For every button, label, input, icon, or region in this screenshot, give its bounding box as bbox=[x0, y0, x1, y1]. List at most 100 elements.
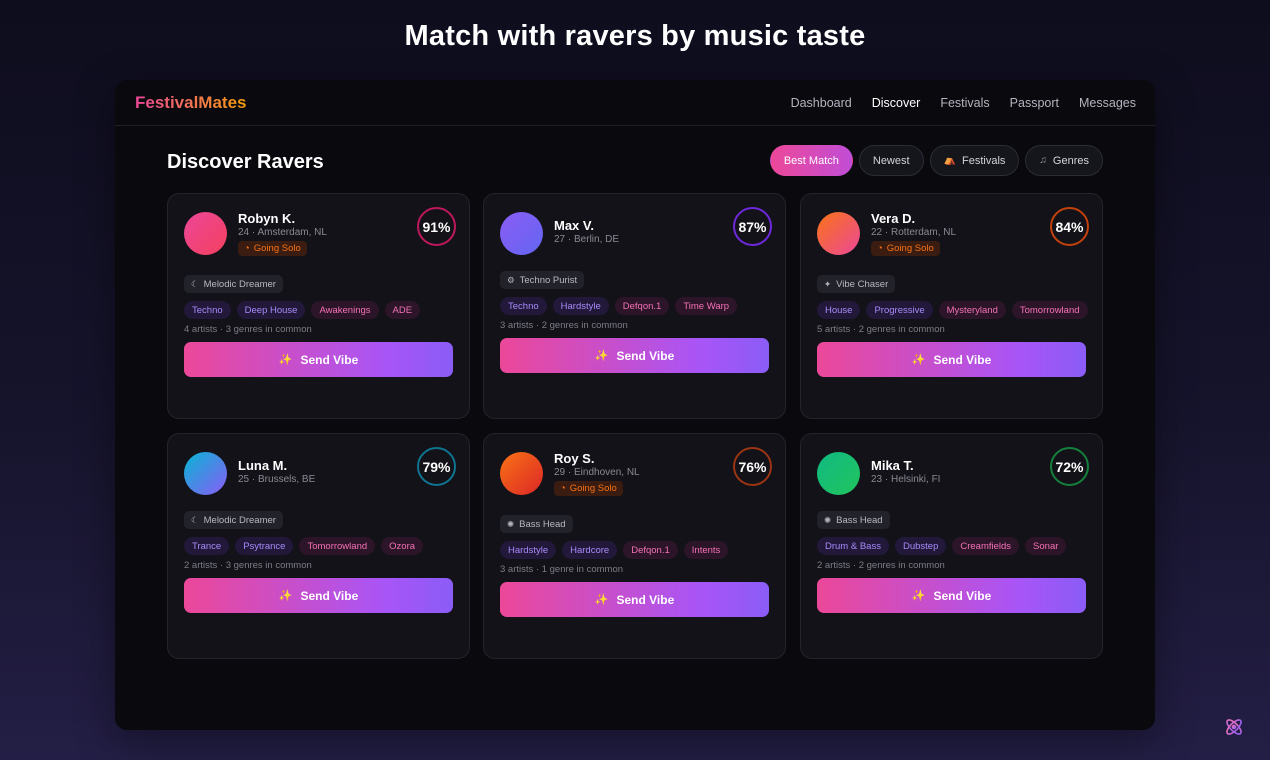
tag-list: Hardstyle Hardcore Defqon.1 Intents bbox=[500, 541, 772, 559]
tag[interactable]: Time Warp bbox=[675, 297, 738, 315]
tag[interactable]: Techno bbox=[500, 297, 547, 315]
avatar[interactable] bbox=[817, 452, 860, 495]
common-interests: 2 artists · 3 genres in common bbox=[184, 560, 312, 571]
avatar[interactable] bbox=[500, 452, 543, 495]
send-vibe-button[interactable]: ✨ Send Vibe bbox=[500, 582, 769, 617]
tag[interactable]: Creamfields bbox=[952, 537, 1020, 555]
nav-link-passport[interactable]: Passport bbox=[1010, 96, 1059, 110]
avatar[interactable] bbox=[500, 212, 543, 255]
tag-list: Trance Psytrance Tomorrowland Ozora bbox=[184, 537, 456, 555]
match-percentage: 72% bbox=[1050, 447, 1089, 486]
tag[interactable]: Deep House bbox=[236, 301, 306, 319]
raver-meta: 27 · Berlin, DE bbox=[554, 234, 620, 245]
sparkle-icon: ✦ bbox=[824, 278, 832, 289]
raver-meta: 22 · Rotterdam, NL bbox=[871, 227, 957, 238]
raver-card[interactable]: Robyn K. 24 · Amsterdam, NL ◔ Going Solo 91%… bbox=[167, 193, 470, 419]
nav-link-festivals[interactable]: Festivals bbox=[940, 96, 989, 110]
persona-badge: ☾ Melodic Dreamer bbox=[184, 275, 283, 293]
raver-card[interactable]: Max V. 27 · Berlin, DE 87% ⚙ Techno Purist Te… bbox=[483, 193, 786, 419]
common-interests: 4 artists · 3 genres in common bbox=[184, 324, 312, 335]
tag[interactable]: Ozora bbox=[381, 537, 424, 555]
tag[interactable]: Drum & Bass bbox=[817, 537, 889, 555]
filter-festivals[interactable]: ⛺ Festivals bbox=[929, 145, 1020, 176]
filter-label: Best Match bbox=[783, 154, 839, 167]
sparkle-icon: ✨ bbox=[278, 354, 293, 366]
avatar[interactable] bbox=[817, 212, 860, 255]
tag[interactable]: Intents bbox=[683, 541, 729, 559]
tag[interactable]: Sonar bbox=[1025, 537, 1067, 555]
raver-name[interactable]: Vera D. bbox=[871, 211, 915, 226]
tag[interactable]: House bbox=[817, 301, 861, 319]
raver-card[interactable]: Mika T. 23 · Helsinki, FI 72% ✺ Bass Head Dru… bbox=[800, 433, 1103, 659]
sparkle-icon: ✨ bbox=[911, 354, 926, 366]
filter-label: Genres bbox=[1052, 154, 1089, 167]
send-vibe-button[interactable]: ✨ Send Vibe bbox=[500, 338, 769, 373]
filter-newest[interactable]: Newest bbox=[858, 145, 924, 176]
going-solo-label: Going Solo bbox=[253, 243, 301, 254]
raver-meta: 24 · Amsterdam, NL bbox=[238, 227, 327, 238]
app-logo[interactable]: FestivalMates bbox=[135, 93, 247, 113]
raver-meta: 25 · Brussels, BE bbox=[238, 474, 316, 485]
tag[interactable]: Mysteryland bbox=[938, 301, 1006, 319]
going-solo-badge: ◔ Going Solo bbox=[871, 241, 940, 256]
sparkle-icon: ✨ bbox=[911, 590, 926, 602]
tag[interactable]: Awakenings bbox=[311, 301, 379, 319]
match-percentage: 84% bbox=[1050, 207, 1089, 246]
persona-label: Bass Head bbox=[519, 518, 566, 530]
raver-name[interactable]: Robyn K. bbox=[238, 211, 295, 226]
match-percentage: 76% bbox=[733, 447, 772, 486]
tag-list: Techno Hardstyle Defqon.1 Time Warp bbox=[500, 297, 772, 315]
nav-links: Dashboard Discover Festivals Passport Me… bbox=[791, 96, 1136, 110]
tag[interactable]: Tomorrowland bbox=[1011, 301, 1088, 319]
tag[interactable]: Tomorrowland bbox=[299, 537, 376, 555]
send-vibe-label: Send Vibe bbox=[616, 348, 675, 363]
persona-badge: ✦ Vibe Chaser bbox=[817, 275, 896, 293]
page-title: Discover Ravers bbox=[167, 151, 324, 173]
tag[interactable]: Hardstyle bbox=[552, 297, 609, 315]
nav-link-discover[interactable]: Discover bbox=[872, 96, 921, 110]
avatar[interactable] bbox=[184, 452, 227, 495]
tag[interactable]: Defqon.1 bbox=[623, 541, 678, 559]
raver-name[interactable]: Luna M. bbox=[238, 458, 287, 473]
persona-badge: ✺ Bass Head bbox=[817, 511, 890, 529]
going-solo-badge: ◔ Going Solo bbox=[554, 481, 623, 496]
music-note-icon: ♫ bbox=[1039, 155, 1047, 166]
avatar[interactable] bbox=[184, 212, 227, 255]
filter-genres[interactable]: ♫ Genres bbox=[1025, 145, 1103, 176]
raver-name[interactable]: Roy S. bbox=[554, 451, 594, 466]
tag[interactable]: Techno bbox=[184, 301, 231, 319]
tag[interactable]: Psytrance bbox=[235, 537, 294, 555]
send-vibe-button[interactable]: ✨ Send Vibe bbox=[817, 578, 1086, 613]
tag-list: Drum & Bass Dubstep Creamfields Sonar bbox=[817, 537, 1089, 555]
tag[interactable]: Defqon.1 bbox=[614, 297, 670, 315]
nav-link-dashboard[interactable]: Dashboard bbox=[791, 96, 852, 110]
raver-card[interactable]: Luna M. 25 · Brussels, BE 79% ☾ Melodic Drea… bbox=[167, 433, 470, 659]
persona-badge: ☾ Melodic Dreamer bbox=[184, 511, 283, 529]
raver-name[interactable]: Mika T. bbox=[871, 458, 914, 473]
atom-logo-icon bbox=[1226, 719, 1242, 735]
raver-card[interactable]: Roy S. 29 · Eindhoven, NL ◔ Going Solo 76% ✺ B… bbox=[483, 433, 786, 659]
tag[interactable]: Progressive bbox=[866, 301, 933, 319]
tag-list: House Progressive Mysteryland Tomorrowland bbox=[817, 301, 1089, 319]
send-vibe-button[interactable]: ✨ Send Vibe bbox=[184, 578, 453, 613]
sparkle-icon: ✨ bbox=[594, 350, 609, 362]
tag[interactable]: Hardcore bbox=[562, 541, 618, 559]
send-vibe-label: Send Vibe bbox=[616, 592, 675, 607]
tag[interactable]: ADE bbox=[384, 301, 421, 319]
nav-link-messages[interactable]: Messages bbox=[1079, 96, 1136, 110]
tag[interactable]: Hardstyle bbox=[500, 541, 557, 559]
send-vibe-button[interactable]: ✨ Send Vibe bbox=[184, 342, 453, 377]
persona-badge: ⚙ Techno Purist bbox=[500, 271, 585, 289]
sparkle-icon: ✨ bbox=[594, 594, 609, 606]
compass-icon: ◔ bbox=[560, 483, 566, 494]
burst-icon: ✺ bbox=[824, 514, 832, 525]
common-interests: 5 artists · 2 genres in common bbox=[817, 324, 945, 335]
send-vibe-button[interactable]: ✨ Send Vibe bbox=[817, 342, 1086, 377]
raver-name[interactable]: Max V. bbox=[554, 218, 594, 233]
tag[interactable]: Dubstep bbox=[894, 537, 947, 555]
match-percentage: 79% bbox=[417, 447, 456, 486]
tag[interactable]: Trance bbox=[184, 537, 230, 555]
filter-best-match[interactable]: Best Match bbox=[769, 145, 853, 176]
raver-card[interactable]: Vera D. 22 · Rotterdam, NL ◔ Going Solo 84% ✦… bbox=[800, 193, 1103, 419]
raver-meta: 23 · Helsinki, FI bbox=[871, 474, 941, 485]
